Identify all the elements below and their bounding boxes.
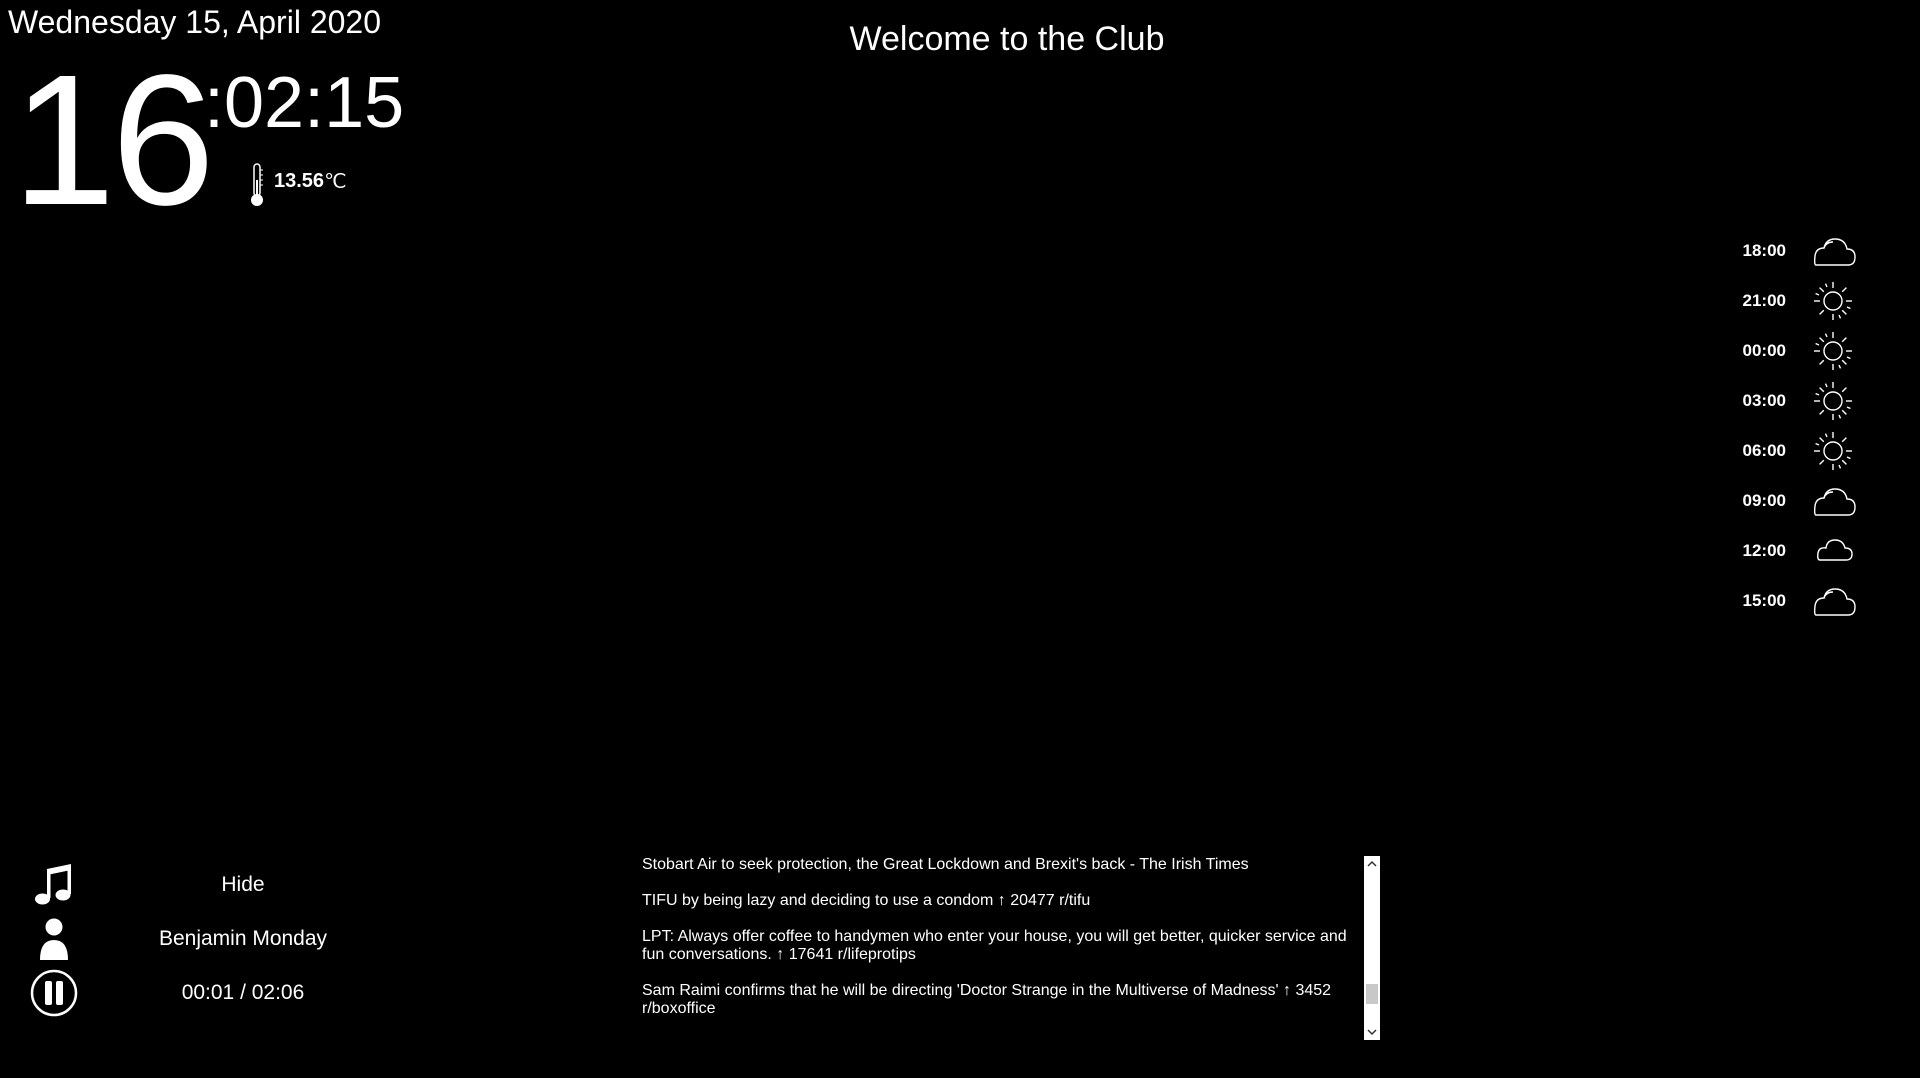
- news-list[interactable]: Stobart Air to seek protection, the Grea…: [642, 856, 1362, 1040]
- player-row-controls: 00:01 / 02:06: [28, 966, 368, 1020]
- forecast-time: 00:00: [1742, 341, 1786, 360]
- sun-icon: [1813, 281, 1853, 321]
- forecast-item: 15:00: [1700, 576, 1858, 626]
- scroll-down-icon[interactable]: [1364, 1024, 1380, 1040]
- forecast-time: 03:00: [1742, 391, 1786, 410]
- forecast-time: 09:00: [1742, 491, 1786, 510]
- sun-icon: [1813, 331, 1853, 371]
- current-temperature: 13.56 ℃: [248, 162, 347, 208]
- temperature-unit: ℃: [324, 170, 347, 193]
- forecast-item: 09:00: [1700, 476, 1858, 526]
- sun-icon: [1813, 381, 1853, 421]
- sun-icon: [1813, 431, 1853, 471]
- forecast-item: 03:00: [1700, 376, 1858, 426]
- forecast-item: 21:00: [1700, 276, 1858, 326]
- forecast-item: 18:00: [1700, 226, 1858, 276]
- news-feed: Stobart Air to seek protection, the Grea…: [636, 856, 1380, 1040]
- news-item[interactable]: Sam Raimi confirms that he will be direc…: [642, 982, 1362, 1018]
- player-row-hide: Hide: [28, 858, 368, 912]
- music-player: Hide Benjamin Monday 00:01 / 02:06: [28, 858, 368, 1020]
- pause-button[interactable]: [28, 968, 80, 1018]
- cloud-icon: [1817, 539, 1853, 561]
- scrollbar-thumb[interactable]: [1366, 984, 1378, 1004]
- clock-minutes-seconds: :02:15: [204, 63, 405, 143]
- cloud-sun-icon: [1813, 488, 1856, 516]
- cloud-sun-icon: [1813, 588, 1856, 616]
- temperature-value: 13.56: [274, 169, 325, 192]
- cloud-sun-icon: [1813, 238, 1856, 266]
- clock-hour: 16: [12, 37, 215, 244]
- forecast-item: 06:00: [1700, 426, 1858, 476]
- news-item[interactable]: LPT: Always offer coffee to handymen who…: [642, 928, 1362, 964]
- pause-icon: [30, 969, 78, 1017]
- news-item[interactable]: TIFU by being lazy and deciding to use a…: [642, 892, 1362, 910]
- news-item[interactable]: Stobart Air to seek protection, the Grea…: [642, 856, 1362, 874]
- person-icon: [28, 914, 80, 964]
- playback-time: 00:01 / 02:06: [181, 981, 305, 1004]
- artist-name: Benjamin Monday: [158, 927, 328, 950]
- forecast-time: 06:00: [1742, 441, 1786, 460]
- forecast-time: 15:00: [1742, 591, 1786, 610]
- forecast-time: 12:00: [1742, 541, 1786, 560]
- thermometer-icon: [251, 163, 263, 206]
- news-scrollbar[interactable]: [1364, 856, 1380, 1040]
- forecast-item: 12:00: [1700, 526, 1858, 576]
- hide-player-button[interactable]: Hide: [118, 873, 368, 897]
- player-row-artist: Benjamin Monday: [28, 912, 368, 966]
- scroll-up-icon[interactable]: [1364, 856, 1380, 872]
- music-note-icon: [28, 860, 80, 910]
- forecast-time: 18:00: [1742, 241, 1786, 260]
- forecast-time: 21:00: [1742, 291, 1786, 310]
- forecast-list: 18:00 21:00 00:00 03:00 06:00 09:00 12:0…: [1700, 226, 1858, 626]
- page-title: Welcome to the Club: [849, 20, 1165, 58]
- forecast-item: 00:00: [1700, 326, 1858, 376]
